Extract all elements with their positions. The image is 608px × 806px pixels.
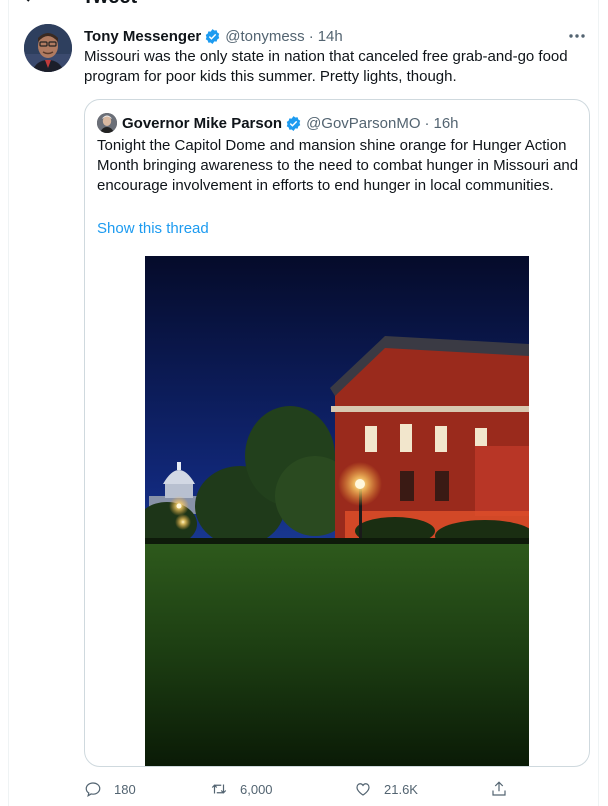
quote-header: Governor Mike Parson @GovParsonMO · 16h: [97, 112, 459, 134]
share-icon: [492, 781, 506, 796]
back-arrow-icon[interactable]: [24, 0, 38, 2]
reply-count: 180: [114, 781, 136, 797]
quoted-tweet[interactable]: Governor Mike Parson @GovParsonMO · 16h …: [84, 99, 590, 767]
reply-button[interactable]: 180: [84, 776, 136, 802]
retweet-count: 6,000: [240, 781, 273, 797]
share-button[interactable]: [490, 776, 520, 802]
author-handle[interactable]: @tonymess: [225, 28, 304, 45]
page-title: Tweet: [82, 0, 137, 9]
separator-dot: ·: [424, 114, 430, 132]
quote-time: 16h: [433, 114, 459, 132]
tweet-actions: 180 6,000 21.6K: [84, 776, 514, 802]
tweet-time[interactable]: 14h: [318, 28, 343, 45]
retweet-button[interactable]: 6,000: [210, 776, 273, 802]
show-thread-link[interactable]: Show this thread: [97, 220, 209, 237]
like-button[interactable]: 21.6K: [354, 776, 418, 802]
page-header-bar: Tweet: [0, 0, 608, 10]
right-border: [598, 0, 599, 806]
more-icon: [569, 34, 585, 38]
retweet-icon: [211, 784, 227, 794]
quote-avatar: [97, 113, 117, 133]
tweet-text: Missouri was the only state in nation th…: [84, 48, 568, 85]
left-border: [8, 0, 9, 806]
more-button[interactable]: [565, 26, 589, 46]
tweet-photo[interactable]: [145, 256, 529, 766]
tweet-header: Tony Messenger @tonymess · 14h: [84, 26, 343, 46]
verified-icon: [286, 115, 301, 131]
like-icon: [356, 783, 370, 796]
quote-author-name: Governor Mike Parson: [122, 114, 283, 132]
verified-icon: [206, 28, 220, 44]
reply-icon: [85, 782, 101, 798]
quote-text: Tonight the Capitol Dome and mansion shi…: [97, 137, 579, 194]
avatar[interactable]: [24, 24, 72, 72]
quote-author-handle: @GovParsonMO: [306, 114, 421, 132]
author-name[interactable]: Tony Messenger: [84, 28, 201, 45]
separator-dot: ·: [308, 27, 314, 45]
like-count: 21.6K: [384, 781, 418, 797]
